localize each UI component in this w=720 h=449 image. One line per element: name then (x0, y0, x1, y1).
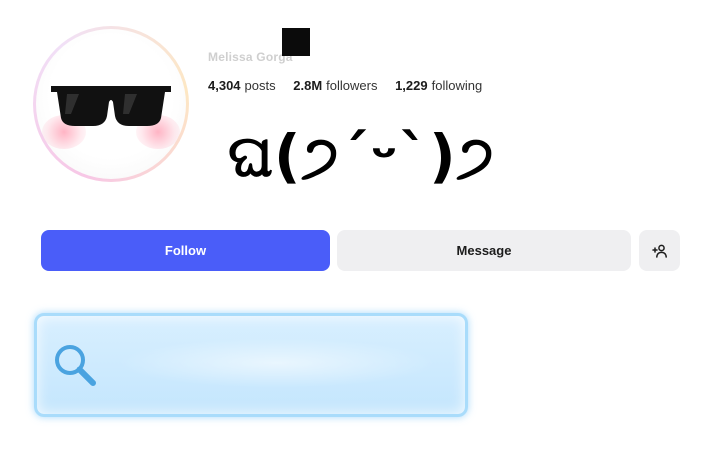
profile-avatar-ring[interactable] (33, 26, 189, 182)
profile-bio-kaomoji: ଘ(੭ˊᵕˋ)੭ (228, 122, 496, 190)
search-icon (55, 345, 96, 386)
profile-username: Melissa Gorga (208, 50, 293, 64)
stat-followers[interactable]: 2.8M followers (293, 78, 377, 93)
stat-followers-value: 2.8M (293, 78, 323, 93)
sunglasses-icon (51, 86, 171, 126)
stat-following[interactable]: 1,229 following (395, 78, 482, 93)
message-button[interactable]: Message (337, 230, 631, 271)
stat-posts-value: 4,304 (208, 78, 241, 93)
redaction-block (282, 28, 310, 56)
add-user-icon (651, 244, 667, 258)
search-input[interactable] (111, 342, 455, 392)
avatar[interactable] (36, 29, 186, 179)
stat-posts-label: posts (244, 78, 276, 93)
search-box[interactable] (34, 313, 468, 417)
stat-posts[interactable]: 4,304 posts (208, 78, 276, 93)
profile-stats: 4,304 posts 2.8M followers 1,229 following (208, 78, 496, 93)
stat-following-value: 1,229 (395, 78, 428, 93)
stat-following-label: following (431, 78, 483, 93)
follow-button[interactable]: Follow (41, 230, 330, 271)
add-user-button[interactable] (639, 230, 680, 271)
stat-followers-label: followers (326, 78, 378, 93)
